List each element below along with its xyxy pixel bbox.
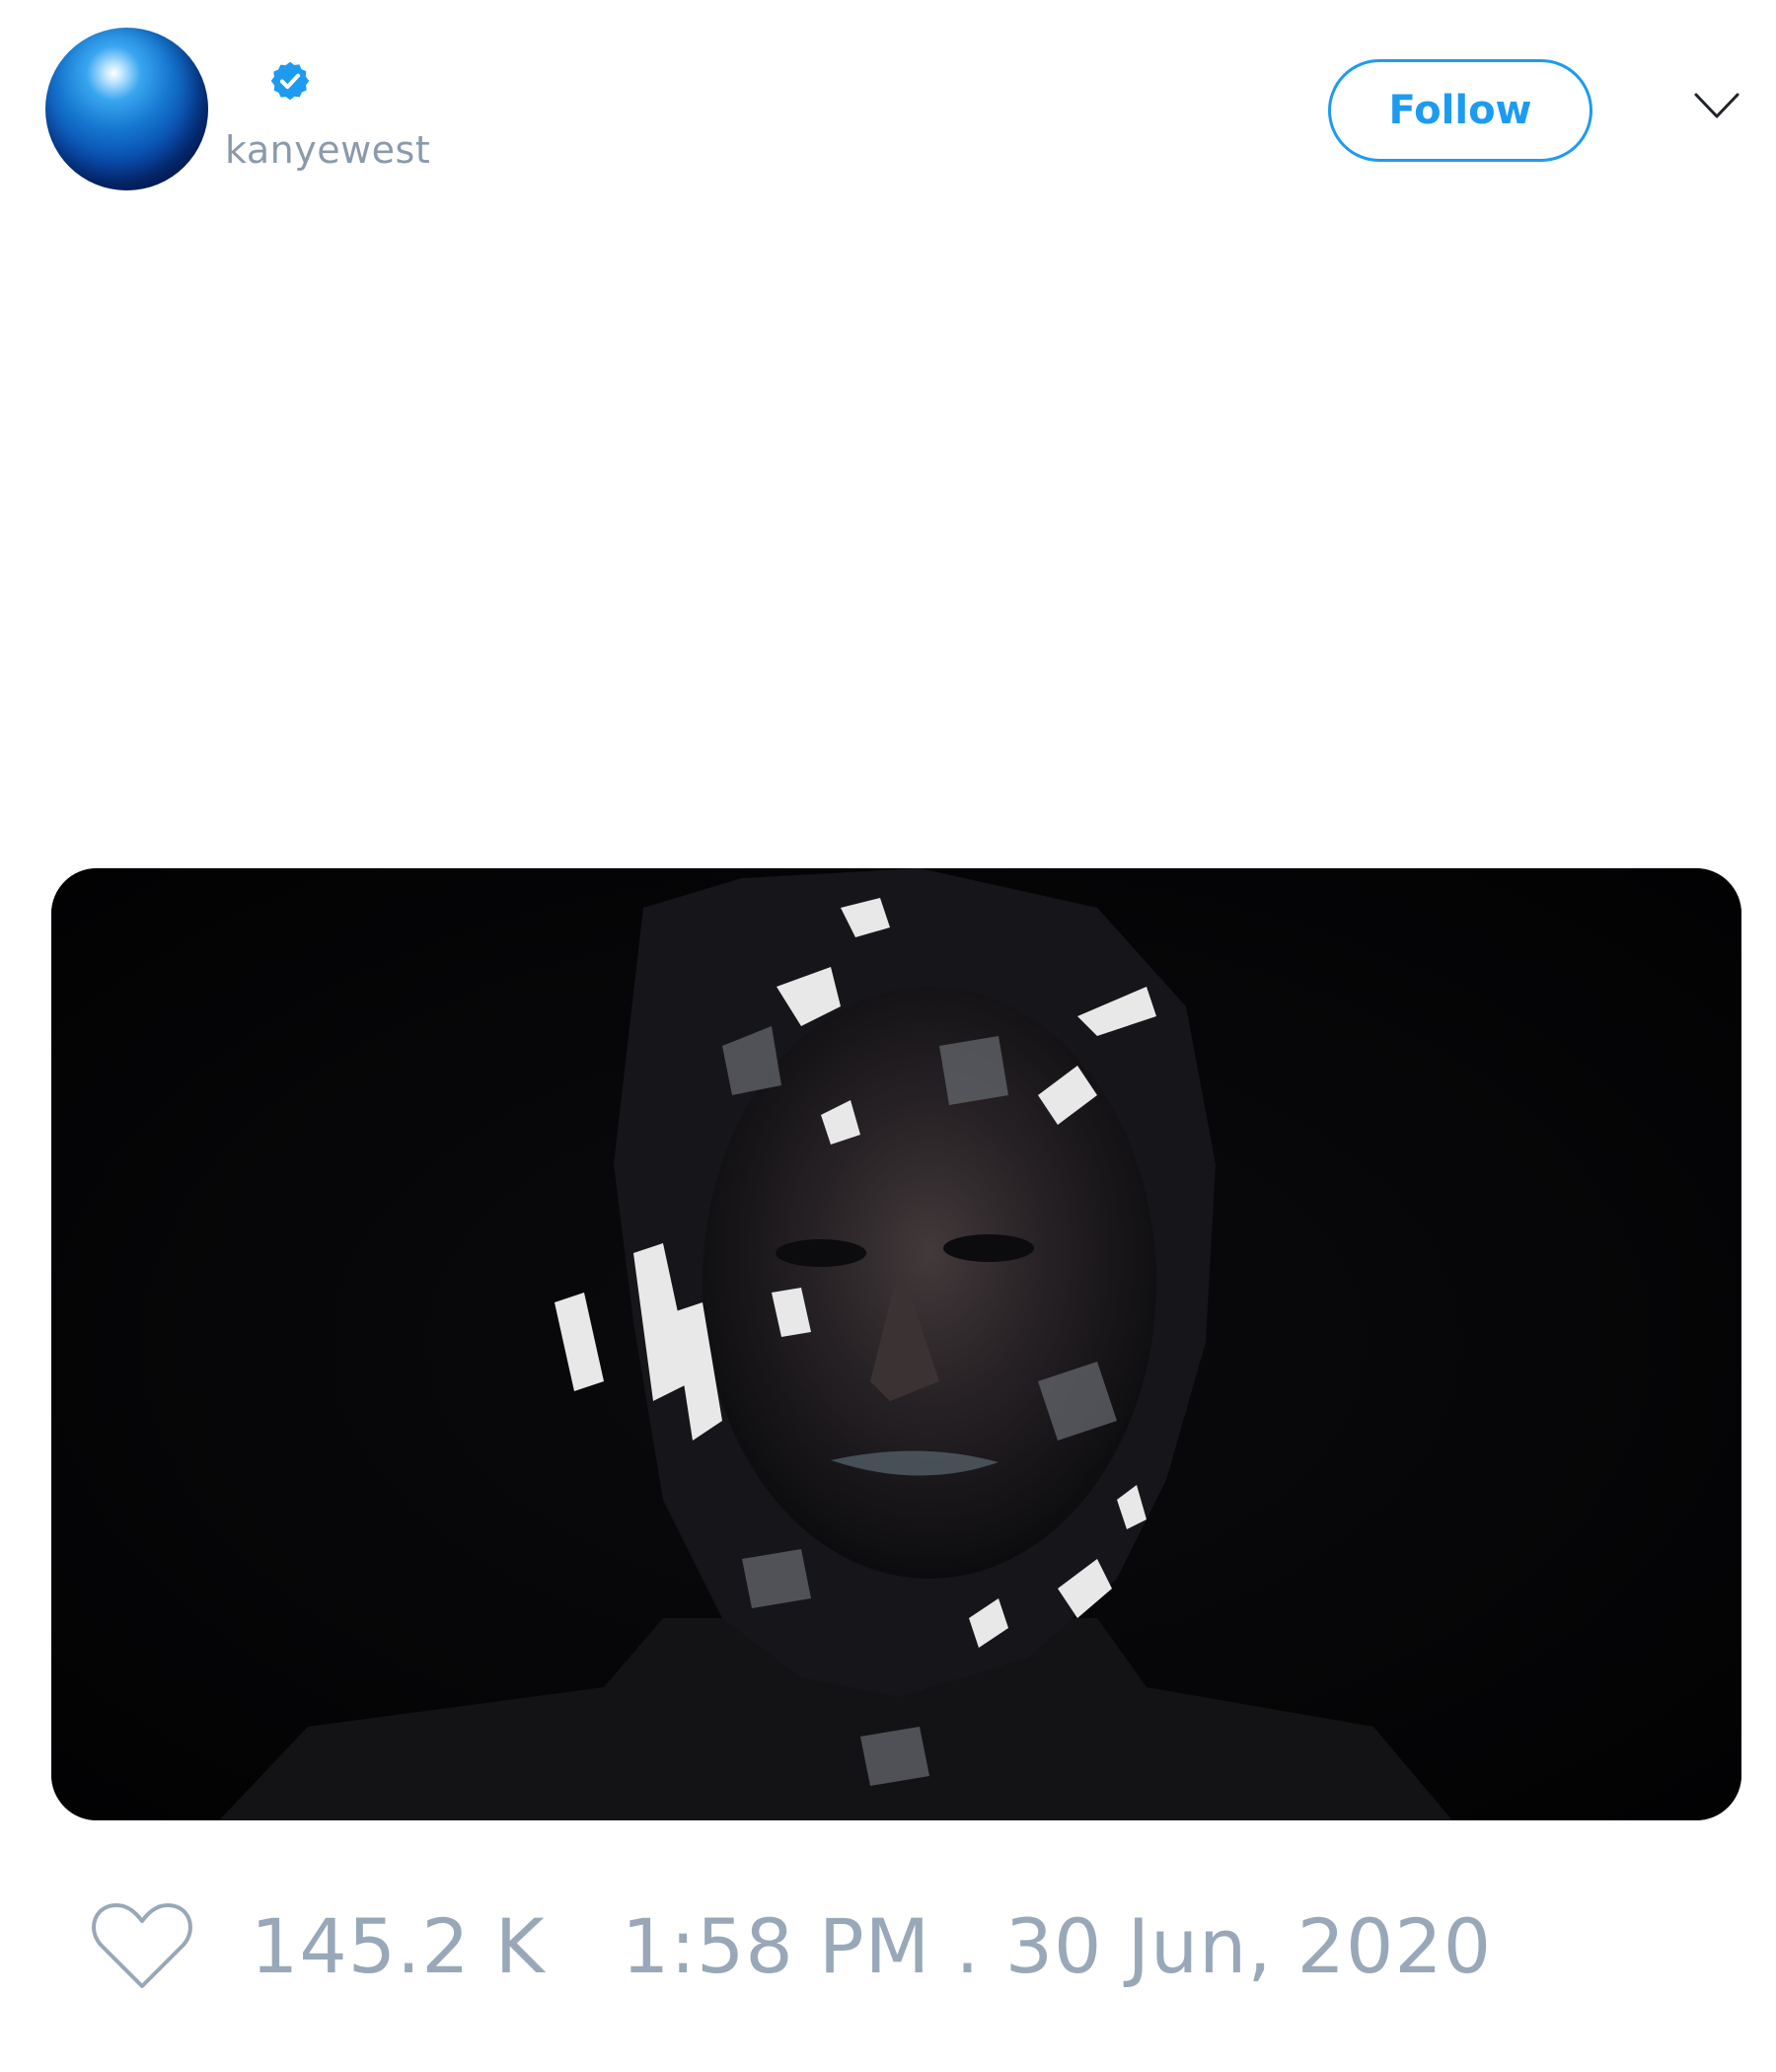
tweet-media-image[interactable] xyxy=(51,868,1741,1820)
tweet-timestamp[interactable]: 1:58 PM . 30 Jun, 2020 xyxy=(622,1902,1492,1991)
verified-badge-icon xyxy=(270,61,310,101)
chevron-down-icon[interactable] xyxy=(1693,91,1740,120)
avatar[interactable] xyxy=(45,28,208,190)
follow-button[interactable]: Follow xyxy=(1328,59,1592,162)
author-handle[interactable]: kanyewest xyxy=(225,128,430,172)
heart-outline-icon[interactable] xyxy=(89,1899,195,1994)
like-count: 145.2 K xyxy=(251,1902,546,1990)
fractured-portrait-image xyxy=(51,868,1741,1820)
